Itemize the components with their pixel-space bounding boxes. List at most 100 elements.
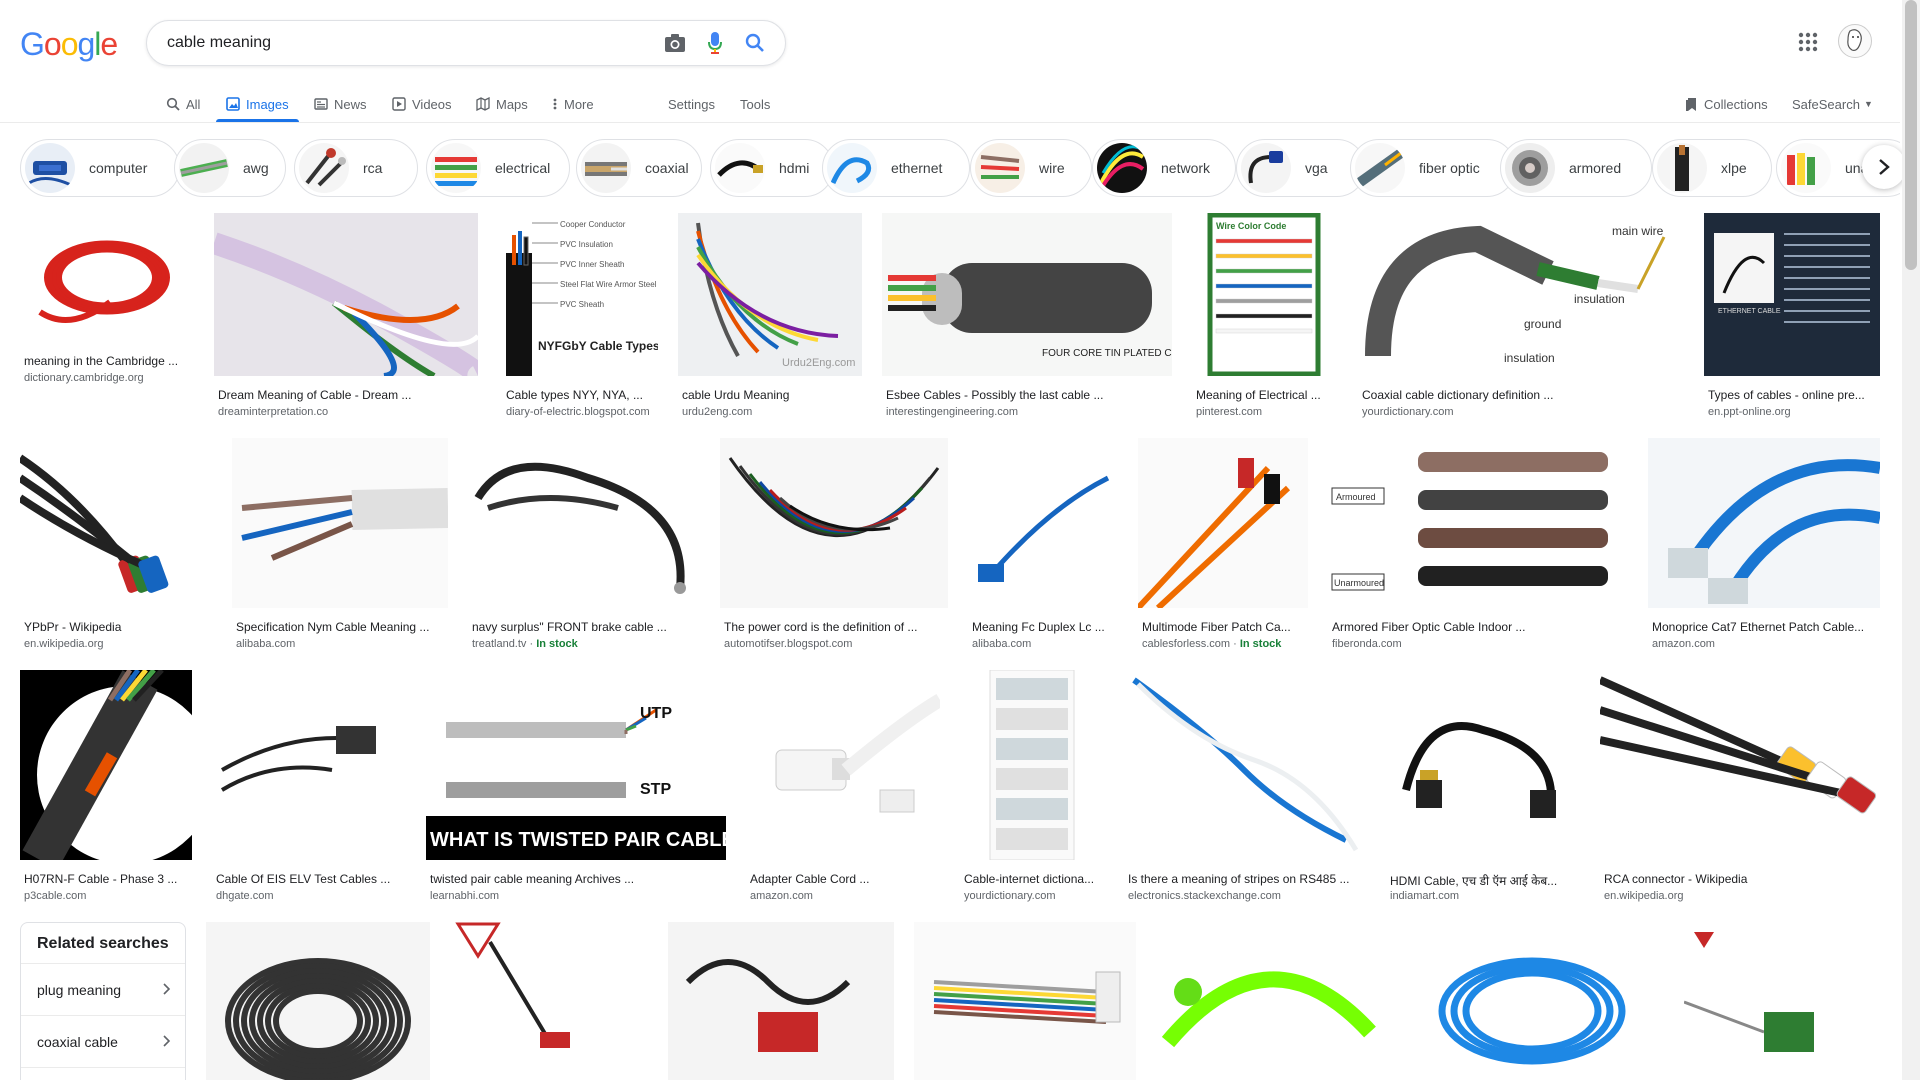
microphone-icon[interactable] xyxy=(701,29,729,57)
result-thumbnail[interactable] xyxy=(668,922,894,1080)
result-thumbnail[interactable] xyxy=(968,438,1118,608)
image-result[interactable]: Is there a meaning of stripes on RS485 .… xyxy=(1124,670,1366,902)
result-thumbnail[interactable] xyxy=(746,670,940,860)
page-scrollbar[interactable] xyxy=(1902,0,1920,1080)
result-thumbnail[interactable] xyxy=(960,670,1104,860)
result-title[interactable]: Cable types NYY, NYA, ... xyxy=(506,388,656,402)
result-title[interactable]: Meaning Fc Duplex Lc ... xyxy=(972,620,1116,634)
result-thumbnail[interactable]: Cooper Conductor PVC Insulation PVC Inner … xyxy=(502,213,658,376)
image-result[interactable]: UTP STP WHAT IS TWISTED PAIR CABLE (10BASE… xyxy=(426,670,726,902)
image-result[interactable]: H07RN-F Cable - Phase 3 ... p3cable.com xyxy=(20,670,192,902)
result-title[interactable]: H07RN-F Cable - Phase 3 ... xyxy=(24,872,190,886)
camera-icon[interactable] xyxy=(661,29,689,57)
result-title[interactable]: Monoprice Cat7 Ethernet Patch Cable... xyxy=(1652,620,1878,634)
related-search-item[interactable]: coaxial cable xyxy=(21,1016,185,1068)
image-result[interactable] xyxy=(1400,922,1664,1080)
result-thumbnail[interactable] xyxy=(20,670,192,860)
result-title[interactable]: meaning in the Cambridge ... xyxy=(24,354,192,368)
image-result[interactable]: Adapter Cable Cord ... amazon.com xyxy=(746,670,940,902)
result-title[interactable]: Dream Meaning of Cable - Dream ... xyxy=(218,388,476,402)
chip-hdmi[interactable]: hdmi xyxy=(710,139,834,197)
chip-awg[interactable]: awg xyxy=(174,139,286,197)
image-result[interactable]: Wire Color Code Meaning of Electrical ...… xyxy=(1192,213,1336,418)
image-result[interactable]: Meaning Fc Duplex Lc ... alibaba.com xyxy=(968,438,1118,650)
chip-rca[interactable]: rca xyxy=(294,139,418,197)
image-result[interactable]: Cable-internet dictiona... yourdictionary… xyxy=(960,670,1104,902)
apps-grid-icon[interactable] xyxy=(1796,30,1820,54)
result-title[interactable]: Adapter Cable Cord ... xyxy=(750,872,938,886)
image-result[interactable] xyxy=(914,922,1136,1080)
result-thumbnail[interactable] xyxy=(20,438,212,608)
result-thumbnail[interactable] xyxy=(20,213,194,342)
result-thumbnail[interactable] xyxy=(1400,922,1664,1080)
tab-settings[interactable]: Settings xyxy=(668,86,715,122)
result-thumbnail[interactable] xyxy=(1648,438,1880,608)
result-thumbnail[interactable]: ETHERNET CABLE xyxy=(1704,213,1880,376)
google-logo[interactable]: Google xyxy=(20,26,118,63)
image-result[interactable]: FOUR CORE TIN PLATED COPPER CABLE Esbee C… xyxy=(882,213,1172,418)
tab-more[interactable]: More xyxy=(552,86,594,122)
scrollbar-thumb[interactable] xyxy=(1905,0,1917,270)
result-thumbnail[interactable] xyxy=(468,438,700,608)
result-title[interactable]: Coaxial cable dictionary definition ... xyxy=(1362,388,1682,402)
chip-ethernet[interactable]: ethernet xyxy=(822,139,970,197)
image-result[interactable] xyxy=(668,922,894,1080)
chip-vga[interactable]: vga xyxy=(1236,139,1366,197)
tab-all[interactable]: All xyxy=(166,86,200,122)
collections-link[interactable]: Collections xyxy=(1686,86,1768,122)
image-result[interactable] xyxy=(1158,922,1380,1080)
result-title[interactable]: Esbee Cables - Possibly the last cable .… xyxy=(886,388,1170,402)
chip-armored[interactable]: armored xyxy=(1500,139,1652,197)
tab-news[interactable]: News xyxy=(314,86,367,122)
result-thumbnail[interactable] xyxy=(1684,922,1880,1080)
image-result[interactable]: Dream Meaning of Cable - Dream ... dreami… xyxy=(214,213,478,418)
chip-fiber-optic[interactable]: fiber optic xyxy=(1350,139,1516,197)
chip-computer[interactable]: computer xyxy=(20,139,180,197)
result-title[interactable]: twisted pair cable meaning Archives ... xyxy=(430,872,724,886)
result-title[interactable]: Is there a meaning of stripes on RS485 .… xyxy=(1128,872,1364,886)
result-title[interactable]: Meaning of Electrical ... xyxy=(1196,388,1334,402)
result-thumbnail[interactable]: Armoured Unarmoured xyxy=(1328,438,1628,608)
result-thumbnail[interactable] xyxy=(1124,670,1366,860)
result-thumbnail[interactable]: UTP STP WHAT IS TWISTED PAIR CABLE (10BASE… xyxy=(426,670,726,860)
image-result[interactable]: Cable Of EIS ELV Test Cables ... dhgate.c… xyxy=(212,670,406,902)
result-title[interactable]: Types of cables - online pre... xyxy=(1708,388,1878,402)
result-thumbnail[interactable] xyxy=(450,922,648,1080)
result-thumbnail[interactable]: Wire Color Code xyxy=(1192,213,1336,376)
result-title[interactable]: RCA connector - Wikipedia xyxy=(1604,872,1878,886)
result-title[interactable]: The power cord is the definition of ... xyxy=(724,620,946,634)
image-result[interactable]: ETHERNET CABLE Types of cables - online p… xyxy=(1704,213,1880,418)
chip-xlpe[interactable]: xlpe xyxy=(1652,139,1772,197)
result-thumbnail[interactable]: main wire insulation ground insulation xyxy=(1358,213,1684,376)
result-thumbnail[interactable]: Urdu2Eng.com xyxy=(678,213,862,376)
image-result[interactable]: Cooper Conductor PVC Insulation PVC Inner … xyxy=(502,213,658,418)
result-thumbnail[interactable] xyxy=(206,922,430,1080)
image-result[interactable]: Multimode Fiber Patch Ca... cablesforless… xyxy=(1138,438,1308,650)
chip-network[interactable]: network xyxy=(1092,139,1236,197)
related-search-item[interactable]: plug meaning xyxy=(21,964,185,1016)
chip-wire[interactable]: wire xyxy=(970,139,1092,197)
result-thumbnail[interactable] xyxy=(1138,438,1308,608)
tab-images[interactable]: Images xyxy=(216,86,299,122)
result-title[interactable]: HDMI Cable, एच डी ऍम आई केब... xyxy=(1390,872,1578,889)
result-thumbnail[interactable] xyxy=(232,438,448,608)
tab-videos[interactable]: Videos xyxy=(392,86,452,122)
chip-electrical[interactable]: electrical xyxy=(426,139,570,197)
safesearch-toggle[interactable]: SafeSearch ▼ xyxy=(1792,86,1873,122)
search-input[interactable] xyxy=(167,34,649,52)
account-avatar[interactable] xyxy=(1838,24,1872,58)
result-title[interactable]: cable Urdu Meaning xyxy=(682,388,860,402)
tab-maps[interactable]: Maps xyxy=(476,86,528,122)
result-title[interactable]: Armored Fiber Optic Cable Indoor ... xyxy=(1332,620,1626,634)
result-title[interactable]: Cable-internet dictiona... xyxy=(964,872,1102,886)
image-result[interactable]: YPbPr - Wikipedia en.wikipedia.org xyxy=(20,438,212,650)
image-result[interactable]: Urdu2Eng.com cable Urdu Meaning urdu2eng.c… xyxy=(678,213,862,418)
chip-scroll-next-button[interactable] xyxy=(1862,145,1906,189)
result-thumbnail[interactable] xyxy=(214,213,478,376)
search-icon[interactable] xyxy=(741,29,769,57)
image-result[interactable]: The power cord is the definition of ... a… xyxy=(720,438,948,650)
result-thumbnail[interactable] xyxy=(1600,670,1880,860)
result-thumbnail[interactable] xyxy=(1386,670,1580,860)
image-result[interactable]: main wire insulation ground insulation Coaxi… xyxy=(1358,213,1684,418)
result-thumbnail[interactable] xyxy=(212,670,406,860)
